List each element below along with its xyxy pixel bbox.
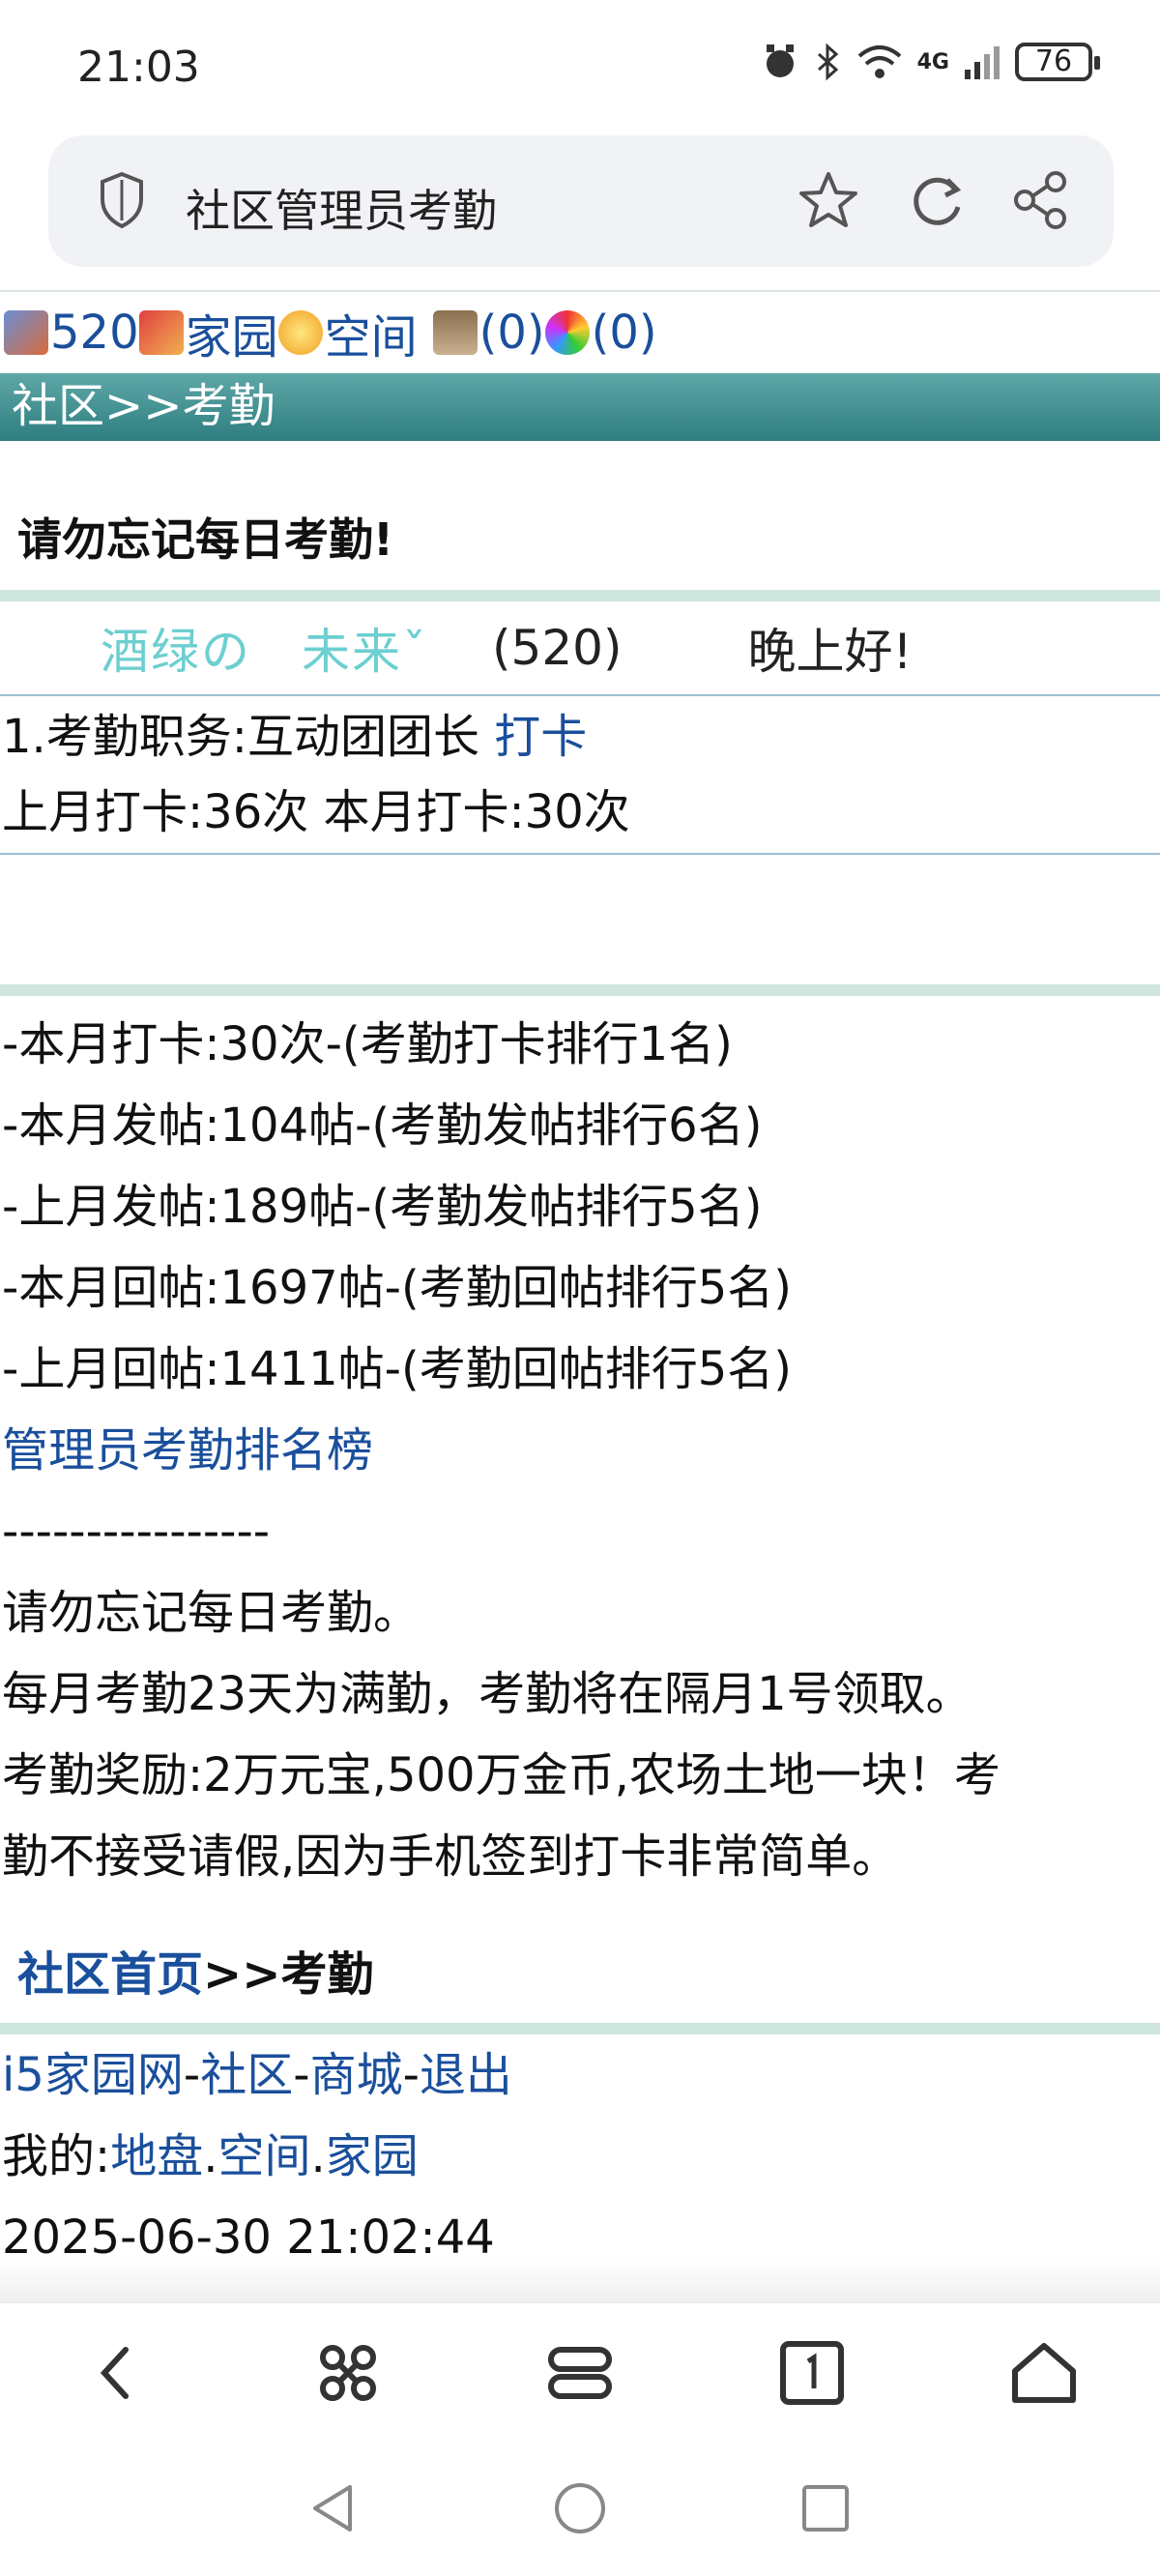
user-id: (520) [492, 620, 623, 676]
notes-list: 请勿忘记每日考勤。每月考勤23天为满勤，考勤将在隔月1号领取。 考勤奖励:2万元宝… [0, 1572, 1160, 1897]
wifi-icon [857, 45, 901, 78]
punch-link[interactable]: 打卡 [494, 710, 587, 764]
my-space-link[interactable]: 空间 [218, 2129, 310, 2183]
id-count-link[interactable]: 520 [50, 306, 139, 360]
page-content: 520 家园 空间 (0) (0) 社区>>考勤 请勿忘记每日考勤! 酒绿の 未… [0, 290, 1160, 2278]
stats-list: -本月打卡:30次-(考勤打卡排行1名) -本月发帖:104帖-(考勤发帖排行6名… [0, 1004, 1160, 1410]
home-link[interactable]: 家园 [186, 299, 278, 366]
stat-line: -本月打卡:30次-(考勤打卡排行1名) [2, 1017, 733, 1071]
separator [0, 2023, 1160, 2034]
status-icons: 4G 76 [761, 43, 1100, 81]
address-bar[interactable]: 社区管理员考勤 [48, 135, 1114, 267]
command-icon[interactable] [313, 2338, 383, 2408]
breadcrumb-home-link[interactable]: 社区首页 [17, 1947, 203, 2002]
page-title[interactable]: 社区管理员考勤 [186, 176, 497, 240]
user-greeting-row: 酒绿の 未来ˇ (520) 晚上好! [0, 601, 1160, 694]
nav-recents-icon[interactable] [798, 2481, 853, 2535]
site-link[interactable]: i5家园网 [2, 2048, 184, 2102]
share-icon[interactable] [1009, 168, 1073, 232]
footer-dash: - [402, 2048, 420, 2102]
shield-icon[interactable] [97, 170, 147, 230]
top-nav: 520 家园 空间 (0) (0) [0, 292, 1160, 373]
footer-dash: - [183, 2048, 201, 2102]
home-icon[interactable] [1009, 2338, 1079, 2408]
id-card-icon [4, 310, 48, 355]
nav-home-icon[interactable] [553, 2481, 607, 2535]
tab-count-icon[interactable] [777, 2338, 847, 2408]
footer-mine: 我的:地盘.空间.家园 [0, 2116, 1160, 2197]
logout-link[interactable]: 退出 [420, 2048, 512, 2102]
stat-line: -上月发帖:189帖-(考勤发帖排行5名) [2, 1180, 763, 1234]
star-icon[interactable] [797, 168, 860, 232]
separator [0, 590, 1160, 601]
page-bottom-shadow [0, 2259, 1160, 2303]
bluetooth-icon [817, 43, 838, 81]
nav-back-icon[interactable] [307, 2481, 362, 2535]
footer-dash: - [293, 2048, 310, 2102]
note-line: 每月考勤23天为满勤，考勤将在隔月1号领取。 [2, 1667, 972, 1721]
tabs-stack-icon[interactable] [545, 2338, 615, 2408]
bank-icon [432, 310, 478, 355]
footer-dot: . [203, 2129, 218, 2183]
footer-dot: . [310, 2129, 326, 2183]
greeting-text: 晚上好! [747, 624, 913, 680]
footer-links: i5家园网-社区-商城-退出 [0, 2034, 1160, 2116]
stat-line: -本月回帖:1697帖-(考勤回帖排行5名) [2, 1261, 792, 1315]
back-icon[interactable] [81, 2338, 151, 2408]
network-type: 4G [916, 49, 949, 74]
note-line: 请勿忘记每日考勤。 [2, 1586, 420, 1640]
punch-counts: 上月打卡:36次 本月打卡:30次 [2, 785, 630, 839]
breadcrumb-current: >>考勤 [203, 1947, 374, 2002]
reminder-heading: 请勿忘记每日考勤! [17, 513, 393, 566]
battery-indicator: 76 [1015, 43, 1100, 81]
section-header: 社区>>考勤 [0, 373, 1160, 441]
stat-line: -本月发帖:104帖-(考勤发帖排行6名) [2, 1098, 763, 1153]
duty-line: 1.考勤职务:互动团团长 打卡 [0, 702, 1160, 772]
signal-icon [965, 46, 1000, 79]
space-link[interactable]: 空间 [325, 299, 418, 366]
community-link[interactable]: 社区 [200, 2048, 293, 2102]
star-badge-icon [277, 310, 323, 355]
mall-link[interactable]: 商城 [310, 2048, 403, 2102]
reload-icon[interactable] [905, 168, 969, 232]
turf-link[interactable]: 地盘 [110, 2129, 203, 2183]
alarm-icon [766, 44, 794, 77]
ranking-link[interactable]: 管理员考勤排名榜 [2, 1423, 373, 1478]
lottery-icon [544, 310, 590, 355]
note-line: 勤不接受请假,因为手机签到打卡非常简单。 [2, 1830, 899, 1884]
mine-label: 我的: [2, 2129, 111, 2183]
house-icon [138, 310, 184, 355]
note-line: 考勤奖励:2万元宝,500万金币,农场土地一块！考 [2, 1748, 1000, 1802]
stat-line: -上月回帖:1411帖-(考勤回帖排行5名) [2, 1342, 792, 1396]
divider-text: ---------------- [2, 1505, 271, 1559]
browser-toolbar [0, 2301, 1160, 2437]
user-nickname[interactable]: 酒绿の 未来ˇ [101, 613, 428, 683]
status-time: 21:03 [77, 43, 200, 92]
lottery-count-link[interactable]: (0) [592, 306, 657, 360]
bank-count-link[interactable]: (0) [479, 306, 545, 360]
breadcrumb: 社区首页>>考勤 [0, 1936, 1160, 2004]
duty-role: 1.考勤职务:互动团团长 [2, 710, 495, 764]
my-home-link[interactable]: 家园 [326, 2129, 419, 2183]
separator [0, 984, 1160, 996]
system-navigation [0, 2437, 1160, 2576]
status-bar: 21:03 4G 76 [0, 0, 1160, 135]
